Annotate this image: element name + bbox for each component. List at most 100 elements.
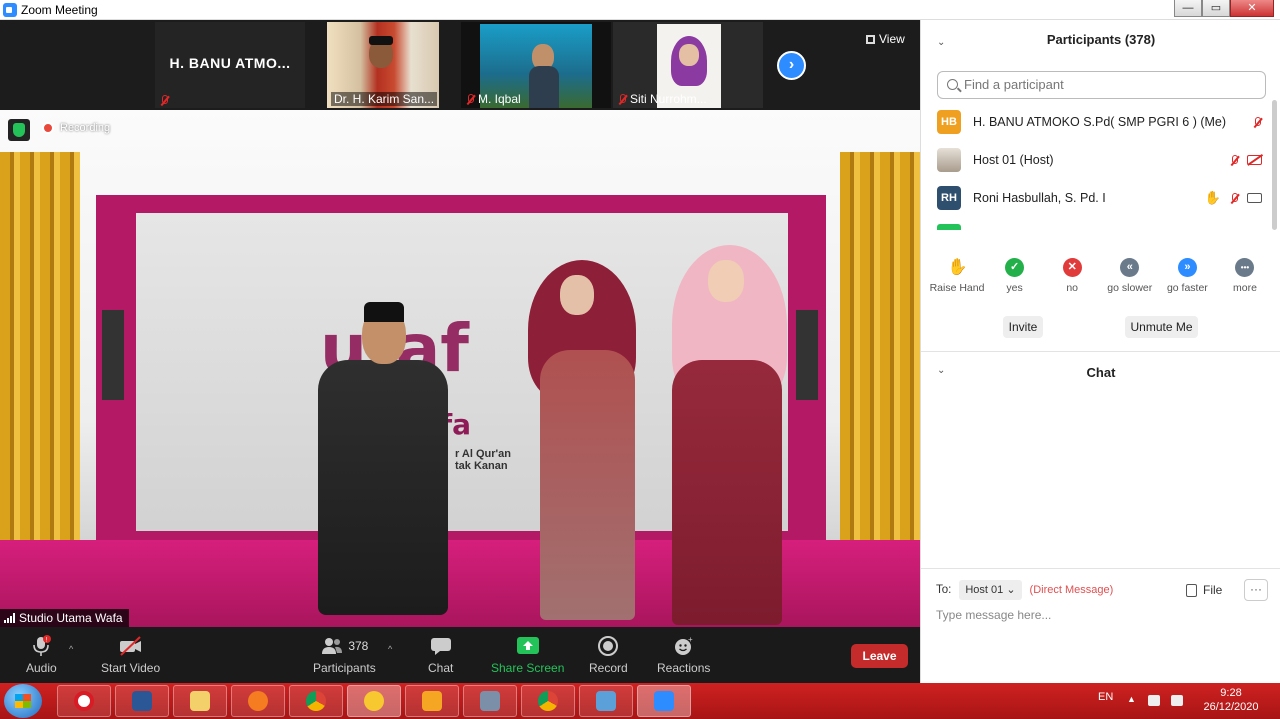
- yes-check-icon: ✓: [1005, 258, 1025, 277]
- video-strip: H. BANU ATMO... Dr. H. Karim San... M. I…: [0, 20, 920, 110]
- participant-row[interactable]: HB H. BANU ATMOKO S.Pd( SMP PGRI 6 ) (Me…: [937, 108, 1262, 136]
- mic-muted-icon: [159, 95, 169, 106]
- smiley-plus-icon: +: [673, 635, 695, 657]
- speaker-name-label: Studio Utama Wafa: [0, 609, 129, 627]
- direct-message-label: (Direct Message): [1029, 584, 1114, 596]
- file-icon: [1186, 583, 1197, 597]
- invite-button[interactable]: Invite: [1003, 316, 1043, 338]
- more-reactions-button[interactable]: ••• more: [1217, 258, 1273, 294]
- stage-tagline: r Al Qur'an tak Kanan: [455, 448, 511, 472]
- participant-name: H. BANU ATMOKO S.Pd( SMP PGRI 6 ) (Me): [973, 115, 1227, 129]
- no-cross-icon: ✕: [1062, 258, 1082, 277]
- video-tile[interactable]: M. Iqbal: [461, 22, 611, 108]
- recipient-select[interactable]: Host 01 ⌄: [959, 580, 1022, 600]
- grid-view-icon: [866, 34, 875, 44]
- media-player-taskbar-icon[interactable]: [405, 685, 459, 717]
- share-screen-button[interactable]: Share Screen: [491, 635, 564, 675]
- tile-name: Siti Nurrohm...: [617, 92, 707, 106]
- minimize-button[interactable]: —: [1174, 0, 1202, 17]
- reactions-button[interactable]: + Reactions: [657, 635, 710, 675]
- mic-muted-icon[interactable]: [1252, 116, 1262, 128]
- chat-button[interactable]: Chat: [428, 635, 453, 675]
- language-indicator[interactable]: EN: [1098, 691, 1113, 703]
- participant-search-input[interactable]: Find a participant: [937, 71, 1266, 99]
- tile-big-name: H. BANU ATMO...: [169, 55, 291, 71]
- tile-name: Dr. H. Karim San...: [331, 92, 438, 106]
- network-taskbar-icon[interactable]: [463, 685, 517, 717]
- raise-hand-icon: ✋: [947, 259, 968, 276]
- window-controls: — ▭ ✕: [1174, 0, 1274, 17]
- microphone-icon: !: [31, 635, 52, 657]
- search-icon: [947, 79, 958, 90]
- maximize-button[interactable]: ▭: [1202, 0, 1230, 17]
- photos-taskbar-icon[interactable]: [579, 685, 633, 717]
- participants-panel-title: Participants (378): [1046, 32, 1156, 47]
- chat-more-icon[interactable]: ···: [1244, 579, 1268, 601]
- go-faster-icon: »: [1177, 258, 1197, 277]
- more-dots-icon: •••: [1235, 258, 1255, 277]
- security-shield-icon[interactable]: [8, 119, 30, 141]
- chrome-taskbar-icon[interactable]: [289, 685, 343, 717]
- chat-panel-title: Chat: [1086, 365, 1116, 380]
- start-button[interactable]: [4, 684, 42, 718]
- signal-strength-icon: [4, 613, 15, 623]
- video-tile[interactable]: Siti Nurrohm...: [613, 22, 763, 108]
- mic-muted-icon: [617, 93, 627, 105]
- window-title: Zoom Meeting: [21, 2, 98, 17]
- zoom-taskbar-icon[interactable]: [637, 685, 691, 717]
- audio-button[interactable]: ! Audio: [26, 635, 57, 675]
- tile-name: M. Iqbal: [465, 92, 521, 106]
- participants-options-caret-icon[interactable]: ^: [388, 644, 392, 654]
- participant-row[interactable]: Host 01 (Host): [937, 146, 1262, 174]
- video-icon: [1247, 193, 1262, 203]
- chrome-profile-taskbar-icon[interactable]: [521, 685, 575, 717]
- participant-count: 378: [348, 639, 369, 653]
- participants-icon: [322, 638, 343, 654]
- active-speaker-video: ufaf fa r Al Qur'antak Kanan Recording S…: [0, 110, 920, 627]
- opera-taskbar-icon[interactable]: [57, 685, 111, 717]
- raise-hand-button[interactable]: ✋ Raise Hand: [929, 258, 985, 294]
- avatar: [937, 148, 961, 172]
- participant-row[interactable]: RH Roni Hasbullah, S. Pd. I ✋: [937, 184, 1262, 212]
- firefox-taskbar-icon[interactable]: [231, 685, 285, 717]
- unmute-me-button[interactable]: Unmute Me: [1125, 316, 1198, 338]
- participants-scrollbar[interactable]: [1272, 100, 1277, 230]
- nonverbal-feedback-bar: ✋ Raise Hand ✓ yes ✕ no «go slower » go fast…: [929, 258, 1273, 294]
- video-off-icon: [118, 635, 144, 657]
- windows-taskbar: EN ▲ 9:28 26/12/2020: [0, 683, 1280, 719]
- action-center-flag-icon[interactable]: [1148, 695, 1160, 706]
- participants-button[interactable]: 378 Participants: [313, 635, 376, 675]
- system-clock[interactable]: 9:28 26/12/2020: [1196, 686, 1266, 714]
- svg-text:+: +: [688, 635, 693, 644]
- start-video-button[interactable]: Start Video: [101, 635, 160, 675]
- leave-button[interactable]: Leave: [851, 644, 908, 668]
- share-screen-icon: [516, 635, 540, 657]
- file-button[interactable]: File: [1186, 583, 1222, 597]
- show-hidden-icons-caret-icon[interactable]: ▲: [1127, 694, 1136, 704]
- next-page-arrow-icon[interactable]: ›: [777, 51, 806, 80]
- no-button[interactable]: ✕ no: [1044, 258, 1100, 294]
- mic-muted-icon: [1229, 192, 1239, 204]
- yes-button[interactable]: ✓ yes: [987, 258, 1043, 294]
- network-tray-icon[interactable]: [1171, 695, 1183, 706]
- app-taskbar-icon[interactable]: [347, 685, 401, 717]
- mic-muted-icon: [1229, 154, 1239, 166]
- audio-options-caret-icon[interactable]: ^: [69, 644, 73, 654]
- record-icon: [597, 635, 619, 657]
- go-faster-button[interactable]: » go faster: [1159, 258, 1215, 294]
- avatar: HB: [937, 110, 961, 134]
- explorer-taskbar-icon[interactable]: [173, 685, 227, 717]
- side-panel: ⌄ Participants (378) Find a participant …: [920, 20, 1280, 683]
- chat-message-input[interactable]: Type message here...: [936, 608, 1051, 622]
- avatar: RH: [937, 186, 961, 210]
- recording-indicator: Recording: [42, 122, 110, 134]
- close-button[interactable]: ✕: [1230, 0, 1274, 17]
- record-button[interactable]: Record: [589, 635, 628, 675]
- video-tile[interactable]: H. BANU ATMO...: [155, 22, 305, 108]
- word-taskbar-icon[interactable]: [115, 685, 169, 717]
- go-slower-icon: «: [1120, 258, 1140, 277]
- go-slower-button[interactable]: «go slower: [1102, 258, 1158, 294]
- video-tile[interactable]: Dr. H. Karim San...: [327, 22, 439, 108]
- recording-icon: [42, 122, 54, 134]
- view-button[interactable]: View: [866, 32, 905, 46]
